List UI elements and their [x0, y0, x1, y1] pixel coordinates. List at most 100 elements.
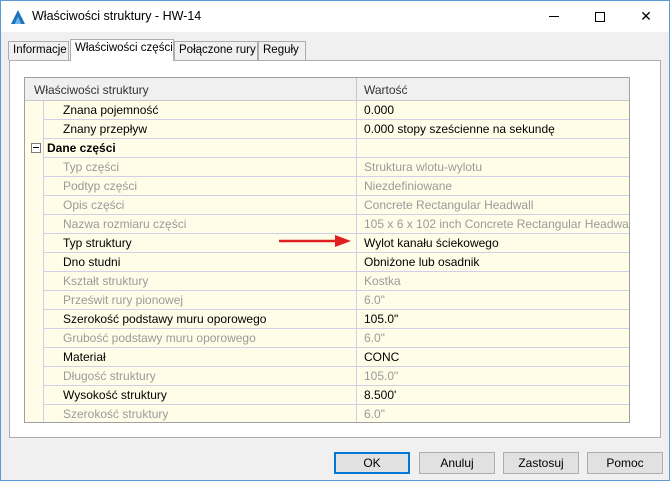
row-gutter [25, 329, 44, 348]
property-row[interactable]: Znana pojemność 0.000 [25, 101, 629, 120]
dialog-window: Właściwości struktury - HW-14 ✕ Informac… [0, 0, 670, 481]
property-name: Grubość podstawy muru oporowego [63, 331, 256, 345]
column-divider [356, 329, 357, 348]
column-divider [356, 272, 357, 291]
property-value: 6.0" [364, 293, 385, 307]
property-value: 6.0" [364, 407, 385, 421]
row-gutter [25, 272, 44, 291]
row-gutter [25, 120, 44, 139]
row-gutter [25, 348, 44, 367]
tab-reguly[interactable]: Reguły [258, 41, 306, 60]
property-row[interactable]: Materiał CONC [25, 348, 629, 367]
property-row[interactable]: Dno studni Obniżone lub osadnik [25, 253, 629, 272]
property-value: Struktura wlotu-wylotu [364, 160, 483, 174]
property-name: Szerokość struktury [63, 407, 169, 421]
row-gutter [25, 253, 44, 272]
property-row[interactable]: Szerokość struktury 6.0" [25, 405, 629, 422]
property-row[interactable]: Typ części Struktura wlotu-wylotu [25, 158, 629, 177]
header-value[interactable]: Wartość [364, 83, 408, 97]
tab-polaczone-rury[interactable]: Połączone rury [174, 41, 258, 60]
property-value[interactable]: Wylot kanału ściekowego [364, 236, 499, 250]
property-name: Nazwa rozmiaru części [63, 217, 187, 231]
row-gutter [25, 158, 44, 177]
property-name: Materiał [63, 350, 106, 364]
property-row[interactable]: Długość struktury 105.0" [25, 367, 629, 386]
column-divider [356, 348, 357, 367]
close-button[interactable]: ✕ [623, 1, 669, 32]
property-name: Podtyp części [63, 179, 138, 193]
property-row[interactable]: Szerokość podstawy muru oporowego 105.0" [25, 310, 629, 329]
property-name: Długość struktury [63, 369, 156, 383]
row-gutter [25, 310, 44, 329]
cancel-button[interactable]: Anuluj [419, 452, 495, 474]
column-divider [356, 215, 357, 234]
property-name: Dane części [47, 141, 116, 155]
property-value[interactable]: 105.0" [364, 312, 398, 326]
red-arrow-annotation [279, 235, 351, 247]
ok-button[interactable]: OK [334, 452, 410, 474]
property-name: Opis części [63, 198, 125, 212]
row-gutter [25, 215, 44, 234]
property-row[interactable]: Wysokość struktury 8.500' [25, 386, 629, 405]
property-value: 6.0" [364, 331, 385, 345]
row-gutter [25, 386, 44, 405]
header-divider[interactable] [356, 78, 357, 101]
property-grid: Właściwości struktury Wartość Znana poje… [24, 77, 630, 423]
row-gutter [25, 291, 44, 310]
property-value[interactable]: Obniżone lub osadnik [364, 255, 479, 269]
grid-header: Właściwości struktury Wartość [25, 78, 629, 101]
property-row[interactable]: Znany przepływ 0.000 stopy sześcienne na … [25, 120, 629, 139]
property-value[interactable]: CONC [364, 350, 399, 364]
property-value[interactable]: 8.500' [364, 388, 396, 402]
column-divider [356, 405, 357, 422]
column-divider [356, 253, 357, 272]
column-divider [356, 367, 357, 386]
column-divider [356, 177, 357, 196]
property-row[interactable]: Opis części Concrete Rectangular Headwall [25, 196, 629, 215]
maximize-button[interactable] [577, 1, 623, 32]
minimize-icon [549, 16, 559, 17]
close-icon: ✕ [640, 8, 652, 24]
property-name: Kształt struktury [63, 274, 149, 288]
tab-informacje[interactable]: Informacje [8, 41, 69, 60]
column-divider [356, 386, 357, 405]
apply-button[interactable]: Zastosuj [503, 452, 579, 474]
property-name: Wysokość struktury [63, 388, 167, 402]
help-button[interactable]: Pomoc [587, 452, 663, 474]
property-name: Prześwit rury pionowej [63, 293, 184, 307]
property-name: Znana pojemność [63, 103, 159, 117]
column-divider [356, 291, 357, 310]
title-bar[interactable]: Właściwości struktury - HW-14 ✕ [1, 1, 669, 32]
property-value[interactable]: 0.000 [364, 103, 394, 117]
property-row[interactable]: Grubość podstawy muru oporowego 6.0" [25, 329, 629, 348]
property-name: Znany przepływ [63, 122, 148, 136]
row-gutter [25, 101, 44, 120]
property-value[interactable]: 0.000 stopy sześcienne na sekundę [364, 122, 555, 136]
property-row[interactable]: Podtyp części Niezdefiniowane [25, 177, 629, 196]
header-property[interactable]: Właściwości struktury [34, 83, 149, 97]
window-title: Właściwości struktury - HW-14 [32, 9, 202, 23]
column-divider [356, 234, 357, 253]
row-gutter [25, 177, 44, 196]
category-row[interactable]: Dane części [25, 139, 629, 158]
property-row[interactable]: Kształt struktury Kostka [25, 272, 629, 291]
column-divider [356, 120, 357, 139]
property-name: Typ części [63, 160, 120, 174]
property-name: Typ struktury [63, 236, 132, 250]
tab-wlasciwosci-czesci[interactable]: Właściwości części [70, 39, 174, 61]
property-value: Concrete Rectangular Headwall [364, 198, 534, 212]
minimize-button[interactable] [531, 1, 577, 32]
column-divider [356, 139, 357, 158]
column-divider [356, 158, 357, 177]
autocad-app-icon [11, 10, 25, 24]
maximize-icon [595, 11, 605, 22]
row-gutter [25, 234, 44, 253]
collapse-icon[interactable] [31, 143, 41, 153]
column-divider [356, 101, 357, 120]
property-row[interactable]: Nazwa rozmiaru części 105 x 6 x 102 inch … [25, 215, 629, 234]
column-divider [356, 310, 357, 329]
property-value: Kostka [364, 274, 401, 288]
property-row[interactable]: Prześwit rury pionowej 6.0" [25, 291, 629, 310]
row-gutter [25, 196, 44, 215]
property-name: Dno studni [63, 255, 121, 269]
